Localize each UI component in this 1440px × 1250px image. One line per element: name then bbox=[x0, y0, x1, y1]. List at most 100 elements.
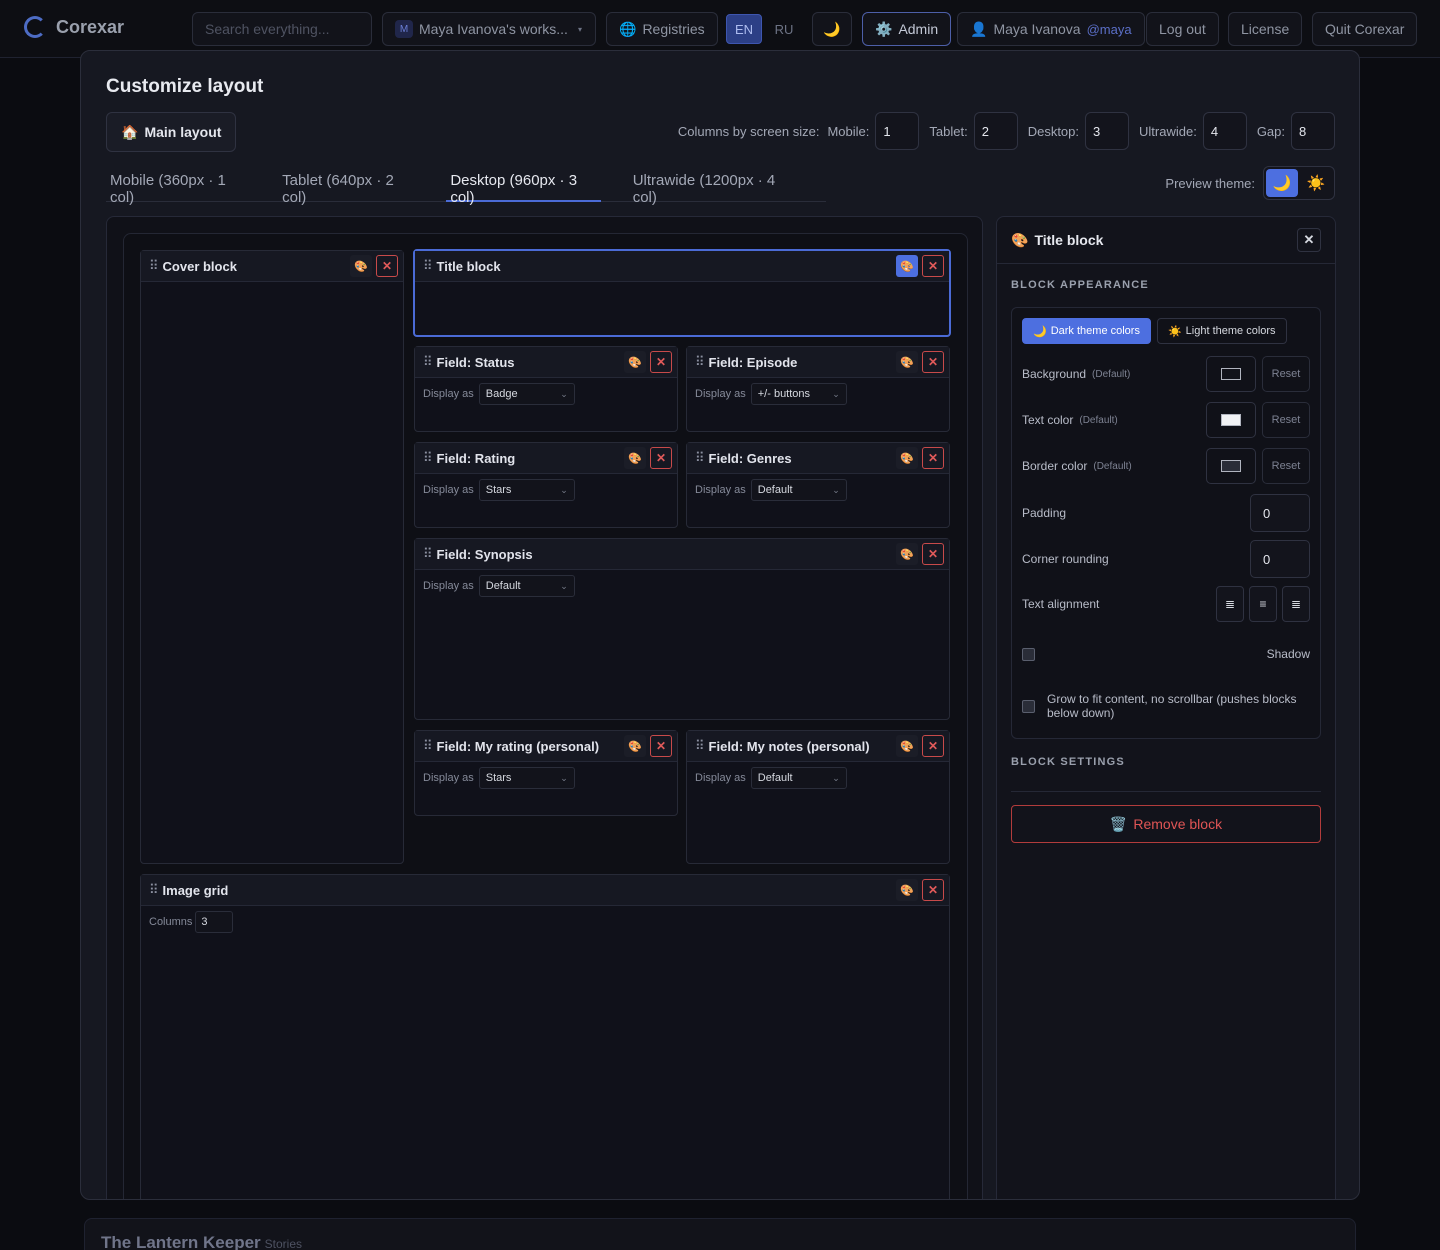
light-theme-colors-tab[interactable]: ☀️ Light theme colors bbox=[1156, 318, 1287, 344]
tab-desktop[interactable]: Desktop (960px · 3 col) bbox=[446, 164, 601, 206]
default-tag: (Default) bbox=[1093, 460, 1132, 472]
close-icon[interactable]: ✕ bbox=[376, 255, 398, 277]
display-as-select[interactable]: Default ⌄ bbox=[750, 767, 847, 789]
license-button[interactable]: License bbox=[1228, 12, 1303, 46]
shadow-checkbox[interactable] bbox=[1022, 647, 1035, 661]
palette-icon[interactable]: 🎨 bbox=[896, 735, 918, 757]
moon-icon[interactable]: 🌙 bbox=[1266, 169, 1298, 197]
quit-button[interactable]: Quit Corexar bbox=[1312, 12, 1418, 46]
drag-handle-icon[interactable]: ⠿ bbox=[423, 546, 433, 562]
close-icon[interactable]: ✕ bbox=[922, 255, 944, 277]
sun-icon[interactable]: ☀️ bbox=[1300, 169, 1332, 197]
close-icon[interactable]: ✕ bbox=[922, 447, 944, 469]
drag-handle-icon[interactable]: ⠿ bbox=[149, 258, 159, 274]
close-icon[interactable]: ✕ bbox=[1297, 228, 1321, 252]
drag-handle-icon[interactable]: ⠿ bbox=[423, 258, 433, 274]
dark-theme-colors-tab[interactable]: 🌙 Dark theme colors bbox=[1022, 318, 1151, 344]
title-block[interactable]: ⠿ Title block 🎨 ✕ bbox=[413, 249, 951, 337]
palette-icon[interactable]: 🎨 bbox=[624, 351, 646, 373]
workspace-switcher[interactable]: M Maya Ivanova's works... ▾ bbox=[382, 12, 596, 46]
drag-handle-icon[interactable]: ⠿ bbox=[423, 450, 433, 466]
gap-label: Gap: bbox=[1256, 123, 1285, 139]
drag-handle-icon[interactable]: ⠿ bbox=[695, 354, 705, 370]
display-as-select[interactable]: Default ⌄ bbox=[478, 575, 575, 597]
palette-icon[interactable]: 🎨 bbox=[350, 255, 372, 277]
close-icon[interactable]: ✕ bbox=[922, 543, 944, 565]
align-left-icon[interactable]: ≣ bbox=[1216, 586, 1244, 622]
drag-handle-icon[interactable]: ⠿ bbox=[695, 738, 705, 754]
user-menu-button[interactable]: 👤 Maya Ivanova @maya bbox=[957, 12, 1145, 46]
close-icon[interactable]: ✕ bbox=[922, 351, 944, 373]
remove-block-button[interactable]: 🗑️ Remove block bbox=[1011, 805, 1321, 843]
field-my-rating-block[interactable]: ⠿ Field: My rating (personal) 🎨 ✕ Displa… bbox=[414, 730, 678, 816]
field-synopsis-block[interactable]: ⠿ Field: Synopsis 🎨 ✕ Display as Default… bbox=[414, 538, 950, 720]
tab-tablet[interactable]: Tablet (640px · 2 col) bbox=[278, 164, 418, 206]
close-icon[interactable]: ✕ bbox=[922, 879, 944, 901]
tab-mobile[interactable]: Mobile (360px · 1 col) bbox=[106, 164, 250, 206]
cover-block[interactable]: ⠿ Cover block 🎨 ✕ bbox=[140, 250, 404, 864]
display-as-select[interactable]: Default ⌄ bbox=[750, 479, 847, 501]
app-logo[interactable]: Corexar bbox=[24, 16, 124, 38]
image-grid-block[interactable]: ⠿ Image grid 🎨 ✕ Columns 3 bbox=[140, 874, 950, 1199]
close-icon[interactable]: ✕ bbox=[650, 735, 672, 757]
registries-button[interactable]: 🌐 Registries bbox=[606, 12, 718, 46]
reset-button[interactable]: Reset bbox=[1262, 356, 1310, 392]
text-color-swatch[interactable] bbox=[1206, 402, 1256, 438]
padding-input[interactable]: 0 bbox=[1250, 494, 1310, 532]
ultrawide-cols-input[interactable]: 4 bbox=[1202, 112, 1247, 150]
grow-checkbox[interactable] bbox=[1022, 699, 1035, 713]
shadow-label: Shadow bbox=[1266, 647, 1310, 661]
story-title-text: The Lantern Keeper bbox=[101, 1233, 261, 1250]
desktop-cols-label: Desktop: bbox=[1027, 123, 1080, 139]
drag-handle-icon[interactable]: ⠿ bbox=[695, 450, 705, 466]
display-as-select[interactable]: Stars ⌄ bbox=[478, 479, 575, 501]
border-color-swatch[interactable] bbox=[1206, 448, 1256, 484]
field-status-block[interactable]: ⠿ Field: Status 🎨 ✕ Display as Badge ⌄ bbox=[414, 346, 678, 432]
main-layout-button[interactable]: 🏠 Main layout bbox=[106, 112, 237, 152]
logout-button[interactable]: Log out bbox=[1146, 12, 1219, 46]
align-center-icon[interactable]: ≡ bbox=[1249, 586, 1277, 622]
palette-icon[interactable]: 🎨 bbox=[896, 351, 918, 373]
theme-toggle-button[interactable]: 🌙 bbox=[812, 12, 852, 46]
mobile-cols-input[interactable]: 1 bbox=[875, 112, 920, 150]
field-rating-block[interactable]: ⠿ Field: Rating 🎨 ✕ Display as Stars ⌄ bbox=[414, 442, 678, 528]
close-icon[interactable]: ✕ bbox=[650, 351, 672, 373]
admin-label: Admin bbox=[898, 21, 939, 37]
field-my-notes-block[interactable]: ⠿ Field: My notes (personal) 🎨 ✕ Display… bbox=[686, 730, 950, 864]
field-genres-block[interactable]: ⠿ Field: Genres 🎨 ✕ Display as Default ⌄ bbox=[686, 442, 950, 528]
close-icon[interactable]: ✕ bbox=[650, 447, 672, 469]
gap-input[interactable]: 8 bbox=[1291, 112, 1335, 150]
close-icon[interactable]: ✕ bbox=[922, 735, 944, 757]
text-color-label: Text color bbox=[1022, 413, 1074, 427]
drag-handle-icon[interactable]: ⠿ bbox=[423, 354, 433, 370]
swatch-color bbox=[1221, 460, 1241, 472]
display-as-select[interactable]: Stars ⌄ bbox=[478, 767, 575, 789]
reset-button[interactable]: Reset bbox=[1262, 402, 1310, 438]
drag-handle-icon[interactable]: ⠿ bbox=[423, 738, 433, 754]
palette-icon[interactable]: 🎨 bbox=[896, 447, 918, 469]
block-title: Field: Synopsis bbox=[436, 546, 533, 562]
display-as-select[interactable]: Badge ⌄ bbox=[478, 383, 575, 405]
lang-ru-button[interactable]: RU bbox=[766, 14, 802, 44]
palette-icon[interactable]: 🎨 bbox=[896, 879, 918, 901]
palette-icon[interactable]: 🎨 bbox=[624, 735, 646, 757]
align-right-icon[interactable]: ≣ bbox=[1282, 586, 1310, 622]
field-episode-block[interactable]: ⠿ Field: Episode 🎨 ✕ Display as +/- butt… bbox=[686, 346, 950, 432]
palette-icon[interactable]: 🎨 bbox=[896, 255, 918, 277]
reset-button[interactable]: Reset bbox=[1262, 448, 1310, 484]
background-color-swatch[interactable] bbox=[1206, 356, 1256, 392]
story-card[interactable]: The Lantern Keeper Stories bbox=[84, 1218, 1356, 1250]
tab-ultrawide[interactable]: Ultrawide (1200px · 4 col) bbox=[629, 164, 798, 206]
palette-icon[interactable]: 🎨 bbox=[624, 447, 646, 469]
columns-input[interactable]: 3 bbox=[195, 911, 234, 933]
tablet-cols-input[interactable]: 2 bbox=[973, 112, 1018, 150]
padding-label: Padding bbox=[1022, 506, 1067, 520]
corner-rounding-input[interactable]: 0 bbox=[1250, 540, 1310, 578]
lang-en-button[interactable]: EN bbox=[726, 14, 763, 44]
desktop-cols-input[interactable]: 3 bbox=[1085, 112, 1130, 150]
palette-icon[interactable]: 🎨 bbox=[896, 543, 918, 565]
drag-handle-icon[interactable]: ⠿ bbox=[149, 882, 159, 898]
global-search-input[interactable]: Search everything... bbox=[192, 12, 372, 46]
display-as-select[interactable]: +/- buttons ⌄ bbox=[750, 383, 847, 405]
admin-button[interactable]: ⚙️ Admin bbox=[862, 12, 952, 46]
